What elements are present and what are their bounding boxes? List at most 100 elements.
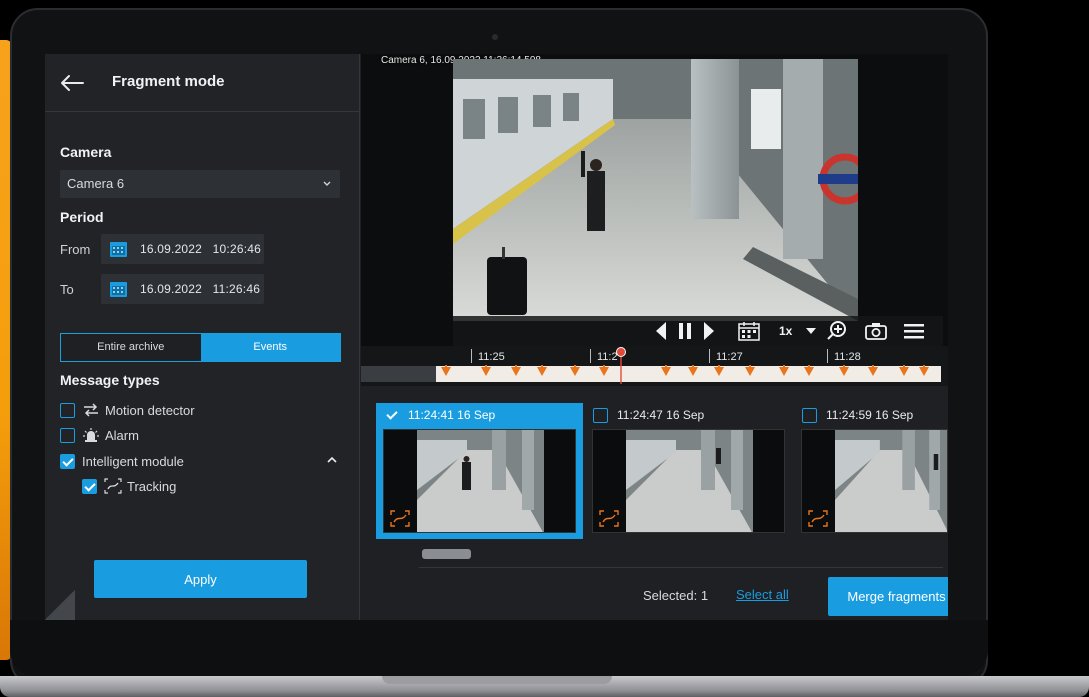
tab-events[interactable]: Events bbox=[200, 334, 340, 361]
type-tracking[interactable]: Tracking bbox=[82, 477, 176, 495]
timeline-no-archive-region bbox=[361, 366, 436, 382]
playback-controls: 1x bbox=[453, 316, 943, 346]
intelligent-module-checkbox[interactable] bbox=[60, 453, 75, 469]
event-marker[interactable] bbox=[441, 365, 451, 376]
fragment-time: 11:24:47 16 Sep bbox=[617, 408, 705, 422]
timeline-tick bbox=[827, 349, 828, 363]
timeline-tick bbox=[590, 349, 591, 363]
event-marker[interactable] bbox=[779, 365, 789, 376]
from-label: From bbox=[60, 242, 91, 257]
calendar-icon[interactable] bbox=[109, 280, 128, 298]
playhead-handle[interactable] bbox=[616, 347, 626, 357]
event-marker[interactable] bbox=[688, 365, 698, 376]
fragment-settings-panel: Fragment mode Camera Camera 6 Period Fro… bbox=[45, 54, 360, 620]
timeline-tick-label: 11:2 bbox=[597, 351, 618, 363]
tracking-icon bbox=[599, 510, 619, 527]
tab-entire-archive[interactable]: Entire archive bbox=[61, 334, 201, 361]
mode-segmented-control: Entire archive Events bbox=[60, 333, 341, 362]
playhead-line bbox=[620, 356, 622, 384]
event-marker[interactable] bbox=[899, 365, 909, 376]
calendar-icon[interactable] bbox=[738, 321, 760, 341]
camera-select[interactable]: Camera 6 bbox=[60, 170, 340, 198]
event-marker[interactable] bbox=[745, 365, 755, 376]
timeline-tick-label: 11:28 bbox=[834, 351, 861, 363]
fragment-card[interactable]: 11:24:47 16 Sep bbox=[585, 403, 792, 539]
tracking-checkbox[interactable] bbox=[82, 478, 97, 494]
select-all-link[interactable]: Select all bbox=[736, 587, 789, 602]
event-marker[interactable] bbox=[481, 365, 491, 376]
to-datetime-value: 16.09.2022 11:26:46 bbox=[140, 282, 261, 296]
panel-header: Fragment mode bbox=[45, 54, 359, 112]
motion-detector-checkbox[interactable] bbox=[60, 402, 75, 418]
merge-fragments-button[interactable]: Merge fragments bbox=[828, 577, 948, 616]
previous-frame-icon[interactable] bbox=[655, 321, 667, 341]
motion-arrows-icon bbox=[84, 403, 98, 417]
fragment-checkbox[interactable] bbox=[384, 408, 399, 423]
pause-icon[interactable] bbox=[677, 321, 693, 341]
to-label: To bbox=[60, 282, 74, 297]
back-arrow-icon[interactable] bbox=[59, 73, 85, 93]
event-marker[interactable] bbox=[661, 365, 671, 376]
fragment-header: 11:24:41 16 Sep bbox=[376, 403, 583, 427]
selected-count: Selected: 1 bbox=[643, 588, 709, 603]
period-label: Period bbox=[60, 209, 104, 225]
event-marker[interactable] bbox=[537, 365, 547, 376]
fragment-time: 11:24:59 16 Sep bbox=[826, 408, 914, 422]
event-marker[interactable] bbox=[511, 365, 521, 376]
fragment-thumbnail[interactable] bbox=[383, 429, 576, 533]
fragment-card[interactable]: 11:24:41 16 Sep bbox=[376, 403, 583, 539]
playback-speed[interactable]: 1x bbox=[779, 324, 792, 338]
intelligent-module-label: Intelligent module bbox=[82, 453, 184, 469]
fragment-thumbnail[interactable] bbox=[801, 429, 948, 533]
fragment-checkbox[interactable] bbox=[802, 407, 817, 423]
from-datetime-value: 16.09.2022 10:26:46 bbox=[140, 242, 261, 256]
thumbnail-image bbox=[835, 430, 947, 532]
apply-button[interactable]: Apply bbox=[94, 560, 307, 598]
motion-detector-label: Motion detector bbox=[105, 402, 195, 418]
divider bbox=[419, 567, 943, 568]
event-marker[interactable] bbox=[919, 365, 929, 376]
chevron-down-icon bbox=[323, 181, 331, 186]
horizontal-scrollbar-thumb[interactable] bbox=[422, 549, 471, 559]
event-marker[interactable] bbox=[714, 365, 724, 376]
timeline-tick bbox=[709, 349, 710, 363]
screen-bezel-bottom bbox=[10, 620, 988, 676]
type-alarm[interactable]: Alarm bbox=[60, 426, 139, 444]
event-marker[interactable] bbox=[868, 365, 878, 376]
camera-select-value: Camera 6 bbox=[67, 176, 125, 191]
event-marker[interactable] bbox=[599, 365, 609, 376]
speed-dropdown-icon[interactable] bbox=[806, 327, 816, 335]
tracking-icon bbox=[808, 510, 828, 527]
fragment-card[interactable]: 11:24:59 16 Sep bbox=[794, 403, 948, 539]
thumbnail-image bbox=[626, 430, 753, 532]
from-datetime-field[interactable]: 16.09.2022 10:26:46 bbox=[101, 234, 264, 264]
camera-label: Camera bbox=[60, 144, 112, 160]
calendar-icon[interactable] bbox=[109, 240, 128, 258]
webcam-dot bbox=[492, 34, 498, 40]
video-player[interactable]: Camera 6, 16.09.2022 11:26:14.508 bbox=[361, 54, 948, 386]
fragments-list: 11:24:41 16 Sep 11:24:47 16 Sep 11:24:59… bbox=[361, 387, 948, 620]
zoom-in-icon[interactable] bbox=[826, 319, 848, 341]
app-screen: Fragment mode Camera Camera 6 Period Fro… bbox=[45, 54, 948, 620]
type-intelligent-module[interactable]: Intelligent module bbox=[60, 452, 184, 470]
snapshot-camera-icon[interactable] bbox=[865, 322, 887, 340]
next-frame-icon[interactable] bbox=[703, 321, 715, 341]
event-marker[interactable] bbox=[570, 365, 580, 376]
event-marker[interactable] bbox=[839, 365, 849, 376]
tracking-icon bbox=[104, 478, 122, 494]
alarm-checkbox[interactable] bbox=[60, 427, 75, 443]
type-motion-detector[interactable]: Motion detector bbox=[60, 401, 195, 419]
event-marker[interactable] bbox=[804, 365, 814, 376]
video-frame-subway-platform bbox=[453, 59, 858, 321]
timeline[interactable]: 11:25 11:2 11:27 11:28 bbox=[361, 346, 948, 386]
collapse-chevron-icon[interactable] bbox=[326, 455, 338, 465]
fragment-header: 11:24:59 16 Sep bbox=[794, 403, 948, 427]
tracking-label: Tracking bbox=[127, 478, 177, 494]
to-datetime-field[interactable]: 16.09.2022 11:26:46 bbox=[101, 274, 264, 304]
laptop-base-notch bbox=[382, 676, 612, 684]
fragment-checkbox[interactable] bbox=[593, 407, 608, 423]
alarm-siren-icon bbox=[83, 428, 99, 442]
fragment-thumbnail[interactable] bbox=[592, 429, 785, 533]
menu-icon[interactable] bbox=[904, 322, 924, 340]
timeline-tick bbox=[471, 349, 472, 363]
